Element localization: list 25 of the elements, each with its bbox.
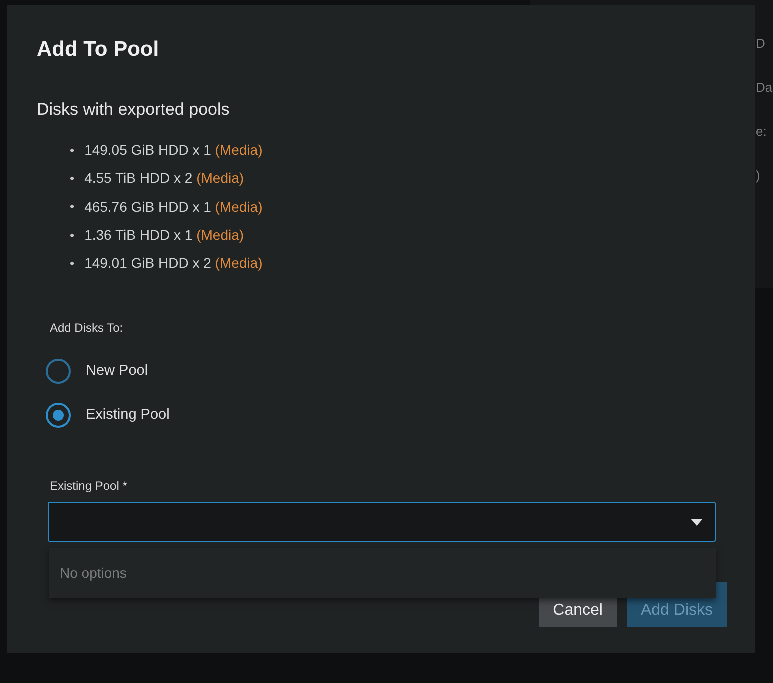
disk-item: 149.05 GiB HDD x 1 (Media): [84, 142, 263, 158]
radio-label[interactable]: New Pool: [86, 363, 148, 380]
background-text: Da: [756, 80, 773, 95]
background-text: ): [756, 168, 760, 183]
bullet: •: [70, 256, 75, 271]
background-text: e:: [756, 124, 767, 139]
radio-button[interactable]: [46, 402, 71, 428]
bullet: •: [70, 142, 75, 158]
bullet: •: [70, 199, 75, 214]
field-label: Add Disks To:: [50, 321, 124, 336]
bullet: •: [70, 170, 75, 186]
section-heading: Disks with exported pools: [37, 100, 231, 120]
radio-label[interactable]: Existing Pool: [86, 407, 170, 424]
bullet: •: [70, 228, 75, 243]
radio-button[interactable]: [46, 358, 71, 384]
disk-item: 1.36 TiB HDD x 1 (Media): [84, 227, 244, 244]
disk-item: 465.76 GiB HDD x 1 (Media): [84, 198, 263, 215]
disk-item: 4.55 TiB HDD x 2 (Media): [84, 170, 244, 186]
background-text: D: [756, 36, 766, 51]
field-label: Existing Pool *: [50, 479, 128, 494]
dialog-title: Add To Pool: [37, 38, 160, 62]
caret-icon: [691, 518, 703, 526]
select-field[interactable]: [48, 502, 716, 542]
disk-item: 149.01 GiB HDD x 2 (Media): [84, 255, 263, 272]
empty-message: No options: [60, 565, 127, 581]
